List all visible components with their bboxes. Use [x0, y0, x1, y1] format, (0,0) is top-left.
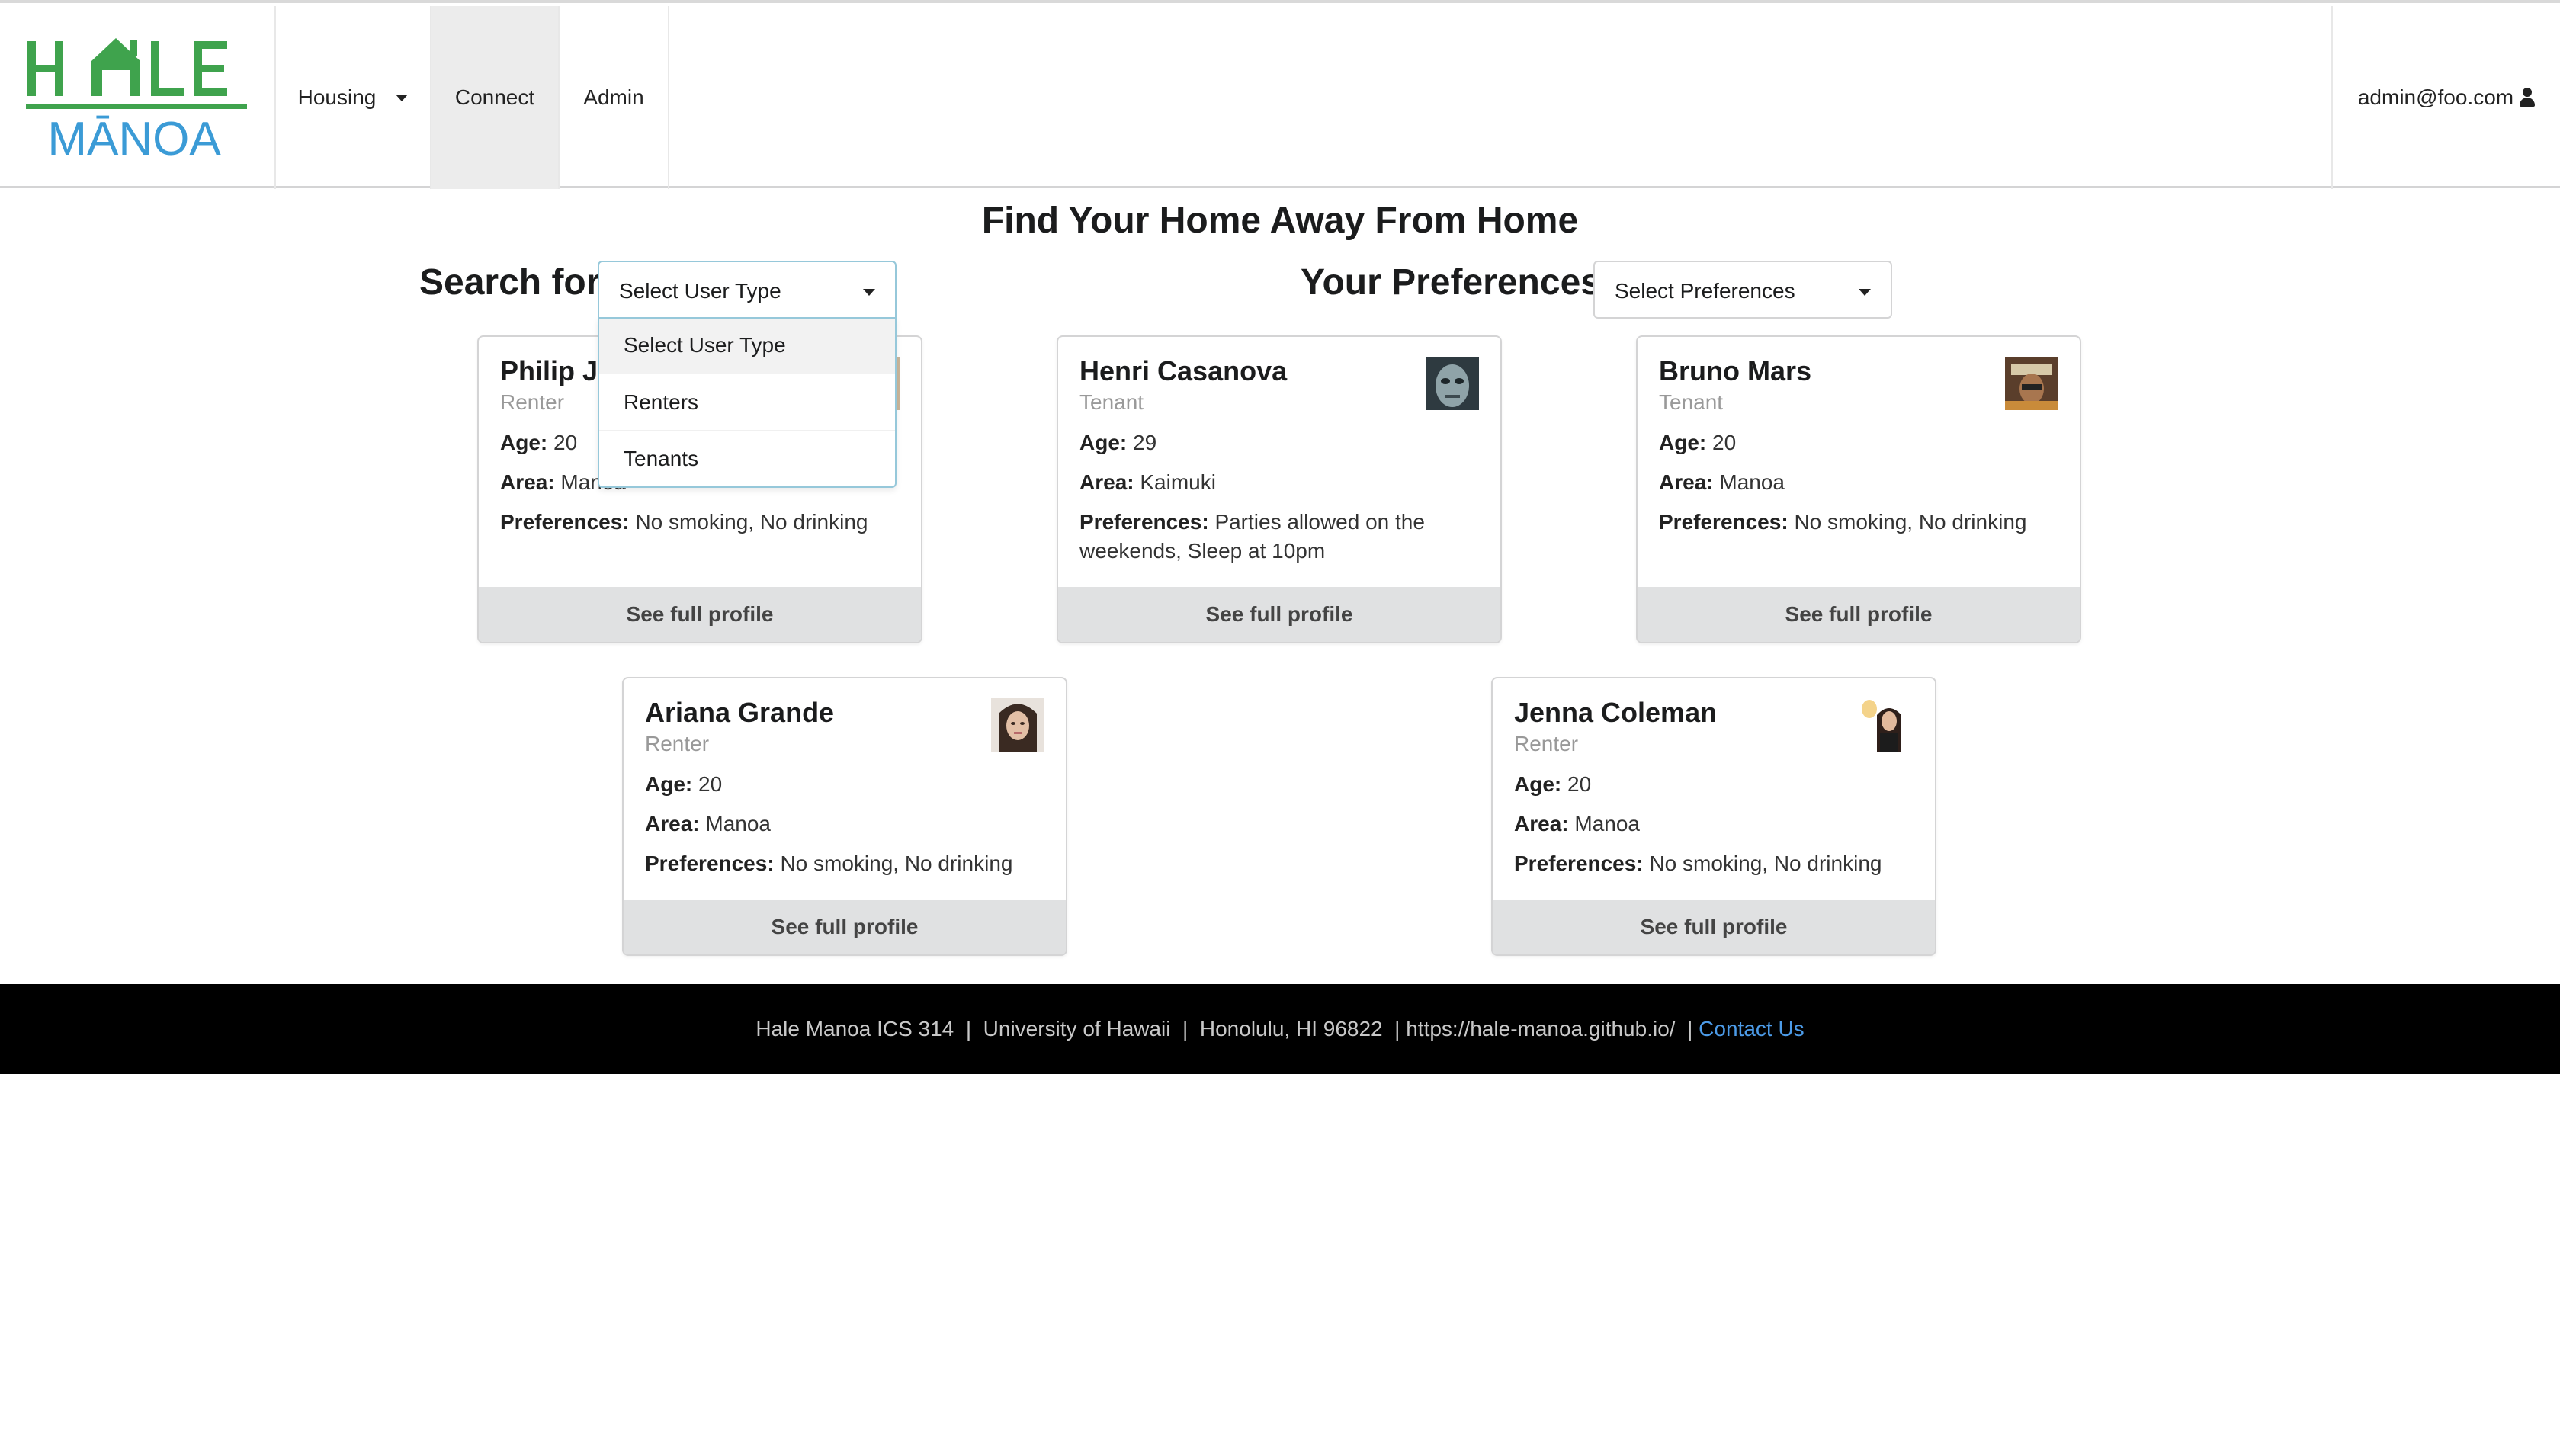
area-value: Manoa — [1574, 812, 1640, 835]
profile-preferences: Preferences: No smoking, No drinking — [1659, 508, 2026, 537]
option-tenants[interactable]: Tenants — [599, 430, 895, 486]
user-account-menu[interactable]: admin@foo.com — [2333, 6, 2560, 189]
search-for-label: Search for: — [419, 262, 613, 303]
profile-name: Jenna Coleman — [1514, 697, 1718, 728]
profile-type: Renter — [1514, 732, 1579, 755]
preferences-selected: Select Preferences — [1615, 279, 1795, 303]
footer: Hale Manoa ICS 314 | University of Hawai… — [0, 984, 2560, 1074]
age-value: 20 — [698, 772, 723, 796]
profile-card: Jenna Coleman Renter Age: 20 Area: Manoa… — [1491, 677, 1936, 956]
hale-manoa-logo[interactable]: MĀNOA — [23, 30, 252, 165]
caret-down-icon — [396, 94, 409, 101]
age-label: Age: — [500, 431, 548, 454]
see-full-profile-button[interactable]: See full profile — [1638, 587, 2080, 642]
preferences-value: No smoking, No drinking — [1649, 851, 1882, 875]
profile-name: Ariana Grande — [645, 697, 835, 728]
profile-type: Tenant — [1659, 390, 1724, 414]
logo-subtitle: MĀNOA — [47, 113, 221, 165]
profile-area: Area: Manoa — [1659, 468, 1785, 497]
profile-age: Age: 20 — [645, 770, 722, 799]
user-type-menu: Select User Type Renters Tenants — [598, 317, 897, 488]
area-value: Manoa — [1719, 470, 1785, 494]
profile-card: Henri Casanova Tenant Age: 29 Area: Kaim… — [1057, 335, 1502, 643]
profile-area: Area: Manoa — [1514, 810, 1640, 839]
age-value: 20 — [553, 431, 578, 454]
nav-admin-label: Admin — [583, 85, 644, 109]
profile-type: Renter — [500, 390, 565, 414]
footer-text: Hale Manoa ICS 314 | University of Hawai… — [755, 1017, 1699, 1041]
age-label: Age: — [645, 772, 693, 796]
preferences-value: No smoking, No drinking — [635, 510, 868, 534]
profile-age: Age: 29 — [1079, 428, 1156, 457]
profile-age: Age: 20 — [500, 428, 577, 457]
profile-area: Area: Kaimuki — [1079, 468, 1216, 497]
see-full-profile-button[interactable]: See full profile — [479, 587, 921, 642]
age-value: 29 — [1133, 431, 1157, 454]
profile-age: Age: 20 — [1659, 428, 1736, 457]
age-label: Age: — [1079, 431, 1128, 454]
nav-housing-dropdown[interactable]: Housing — [276, 6, 430, 189]
profile-card: Bruno Mars Tenant Age: 20 Area: Manoa Pr… — [1636, 335, 2081, 643]
area-label: Area: — [1659, 470, 1714, 494]
preferences-label: Preferences: — [1659, 510, 1788, 534]
page-title: Find Your Home Away From Home — [981, 200, 1579, 241]
profile-name: Henri Casanova — [1079, 355, 1288, 386]
profile-card: Ariana Grande Renter Age: 20 Area: Manoa… — [622, 677, 1067, 956]
area-value: Kaimuki — [1140, 470, 1216, 494]
age-label: Age: — [1514, 772, 1562, 796]
profile-type: Renter — [645, 732, 710, 755]
profile-photo — [1860, 698, 1914, 752]
preferences-value: No smoking, No drinking — [780, 851, 1013, 875]
top-navbar: MĀNOA Housing Connect Admin admin@foo.co… — [0, 0, 2560, 189]
profile-preferences: Preferences: No smoking, No drinking — [1514, 849, 1882, 878]
nav-housing-label: Housing — [297, 85, 377, 109]
your-preferences-label: Your Preferences: — [1301, 262, 1613, 303]
profile-type: Tenant — [1079, 390, 1144, 414]
profile-area: Area: Manoa — [645, 810, 771, 839]
nav-admin[interactable]: Admin — [560, 6, 668, 189]
profile-preferences: Preferences: No smoking, No drinking — [645, 849, 1012, 878]
see-full-profile-button[interactable]: See full profile — [1493, 900, 1935, 954]
caret-down-icon — [1859, 289, 1871, 296]
area-label: Area: — [1079, 470, 1134, 494]
profile-preferences: Preferences: Parties allowed on the — [1079, 508, 1425, 537]
see-full-profile-button[interactable]: See full profile — [1058, 587, 1500, 642]
preferences-value: No smoking, No drinking — [1794, 510, 2027, 534]
user-email: admin@foo.com — [2357, 85, 2514, 109]
nav-connect-label: Connect — [454, 85, 535, 109]
caret-down-icon — [863, 289, 875, 296]
profile-name: Bruno Mars — [1659, 355, 1812, 386]
profile-photo — [1426, 357, 1479, 410]
option-select-user-type[interactable]: Select User Type — [599, 317, 895, 374]
option-renters[interactable]: Renters — [599, 374, 895, 430]
age-value: 20 — [1712, 431, 1737, 454]
preferences-label: Preferences: — [645, 851, 775, 875]
area-label: Area: — [500, 470, 555, 494]
preferences-label: Preferences: — [1079, 510, 1209, 534]
profile-age: Age: 20 — [1514, 770, 1591, 799]
see-full-profile-button[interactable]: See full profile — [624, 900, 1066, 954]
profile-photo — [2005, 357, 2058, 410]
user-type-dropdown[interactable]: Select User Type — [598, 261, 897, 319]
user-type-selected: Select User Type — [619, 279, 781, 303]
preferences-label: Preferences: — [1514, 851, 1644, 875]
profile-photo — [991, 698, 1044, 752]
preferences-label: Preferences: — [500, 510, 630, 534]
area-label: Area: — [645, 812, 700, 835]
user-icon — [2520, 88, 2536, 107]
nav-connect[interactable]: Connect — [431, 6, 558, 189]
contact-us-link[interactable]: Contact Us — [1699, 1017, 1805, 1041]
profile-preferences: Preferences: No smoking, No drinking — [500, 508, 868, 537]
preferences-dropdown[interactable]: Select Preferences — [1593, 261, 1892, 319]
age-label: Age: — [1659, 431, 1707, 454]
nav-divider — [668, 6, 669, 189]
area-label: Area: — [1514, 812, 1569, 835]
profile-preferences-cont: weekends, Sleep at 10pm — [1079, 539, 1326, 563]
preferences-value: Parties allowed on the — [1214, 510, 1425, 534]
age-value: 20 — [1567, 772, 1592, 796]
area-value: Manoa — [705, 812, 771, 835]
logo-graphic: MĀNOA — [26, 38, 247, 165]
